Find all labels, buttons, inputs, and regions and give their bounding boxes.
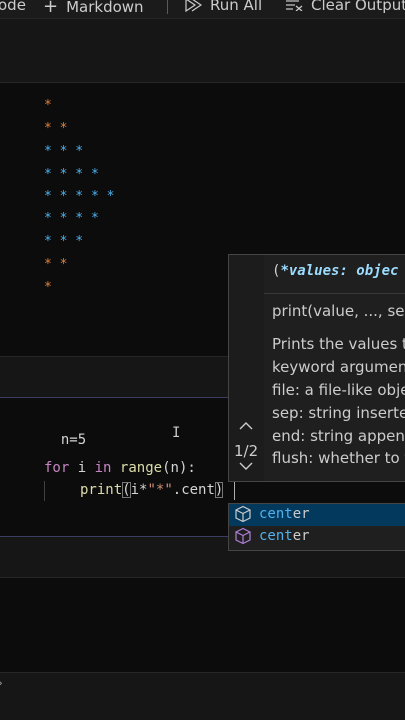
chevron-right-icon[interactable]: › <box>0 676 3 690</box>
add-markdown-cell-button[interactable]: + Markdown <box>43 0 144 17</box>
run-all-icon <box>185 0 202 12</box>
chevron-down-icon[interactable] <box>239 461 253 471</box>
text-cursor <box>234 482 235 500</box>
code-token: "*" <box>147 482 173 498</box>
doc-line: sep: string inserted <box>272 404 405 422</box>
code-token: print <box>80 482 123 498</box>
output-line: * * * * * <box>44 189 115 204</box>
code-token: n=5 <box>60 432 87 448</box>
method-cube-icon <box>235 527 251 545</box>
output-line: * * * * <box>44 167 99 182</box>
output-line: * * <box>44 257 68 272</box>
output-line: * * * * <box>44 211 99 226</box>
suggestion-widget: center center <box>228 503 405 551</box>
code-line-4[interactable]: print(i*"*".cent) <box>80 482 224 498</box>
output-line: * <box>44 280 52 295</box>
signature-help-popup: (*values: objec print(value, ..., sep Pr… <box>228 254 405 482</box>
add-code-cell-button[interactable]: ode <box>0 0 26 14</box>
code-token: i <box>130 482 140 498</box>
code-token: n <box>170 460 179 476</box>
chevron-up-icon[interactable] <box>239 421 253 431</box>
notebook-toolbar: ode + Markdown Run All Clear Outputs <box>0 0 405 18</box>
plus-icon: + <box>43 0 59 17</box>
code-token: .cent <box>172 482 215 498</box>
text-cursor-ibeam-icon: I <box>172 425 181 441</box>
code-line-3[interactable]: for i in range(n): <box>44 460 196 476</box>
code-line-1[interactable]: n=5 <box>44 416 86 448</box>
toolbar-border <box>0 18 405 19</box>
markdown-label: Markdown <box>66 0 144 16</box>
run-all-label: Run All <box>210 0 263 14</box>
clear-outputs-label: Clear Outputs <box>311 0 405 14</box>
doc-line: file: a file-like obje <box>272 381 405 399</box>
run-all-button[interactable]: Run All <box>184 0 262 14</box>
divider <box>264 293 405 294</box>
output-line: * * <box>44 121 68 136</box>
suggestion-item[interactable]: center <box>229 526 405 548</box>
doc-line: keyword argumen <box>272 358 405 376</box>
empty-cell[interactable] <box>0 577 405 673</box>
suggestion-item[interactable]: center <box>229 504 405 526</box>
code-token: range <box>119 460 163 476</box>
overload-count: 1/2 <box>234 442 259 460</box>
signature-line: print(value, ..., sep <box>272 302 405 320</box>
doc-line: end: string append <box>272 427 405 445</box>
method-cube-icon <box>235 505 251 523</box>
output-line: * <box>44 98 52 113</box>
suggestion-label: center <box>259 506 310 522</box>
doc-line: flush: whether to f <box>272 449 405 467</box>
indent-guide <box>44 481 45 501</box>
toolbar-divider <box>167 0 168 14</box>
signature-header: (*values: objec <box>272 263 399 279</box>
code-token: i <box>77 460 87 476</box>
output-line: * * * <box>44 234 84 249</box>
code-token: in <box>94 460 112 476</box>
doc-line: Prints the values to <box>272 335 405 353</box>
clear-outputs-button[interactable]: Clear Outputs <box>285 0 405 14</box>
clear-outputs-icon <box>286 0 303 11</box>
suggestion-label: center <box>259 528 310 544</box>
code-label: ode <box>0 0 26 14</box>
output-line: * * * <box>44 144 84 159</box>
code-token: for <box>44 460 70 476</box>
